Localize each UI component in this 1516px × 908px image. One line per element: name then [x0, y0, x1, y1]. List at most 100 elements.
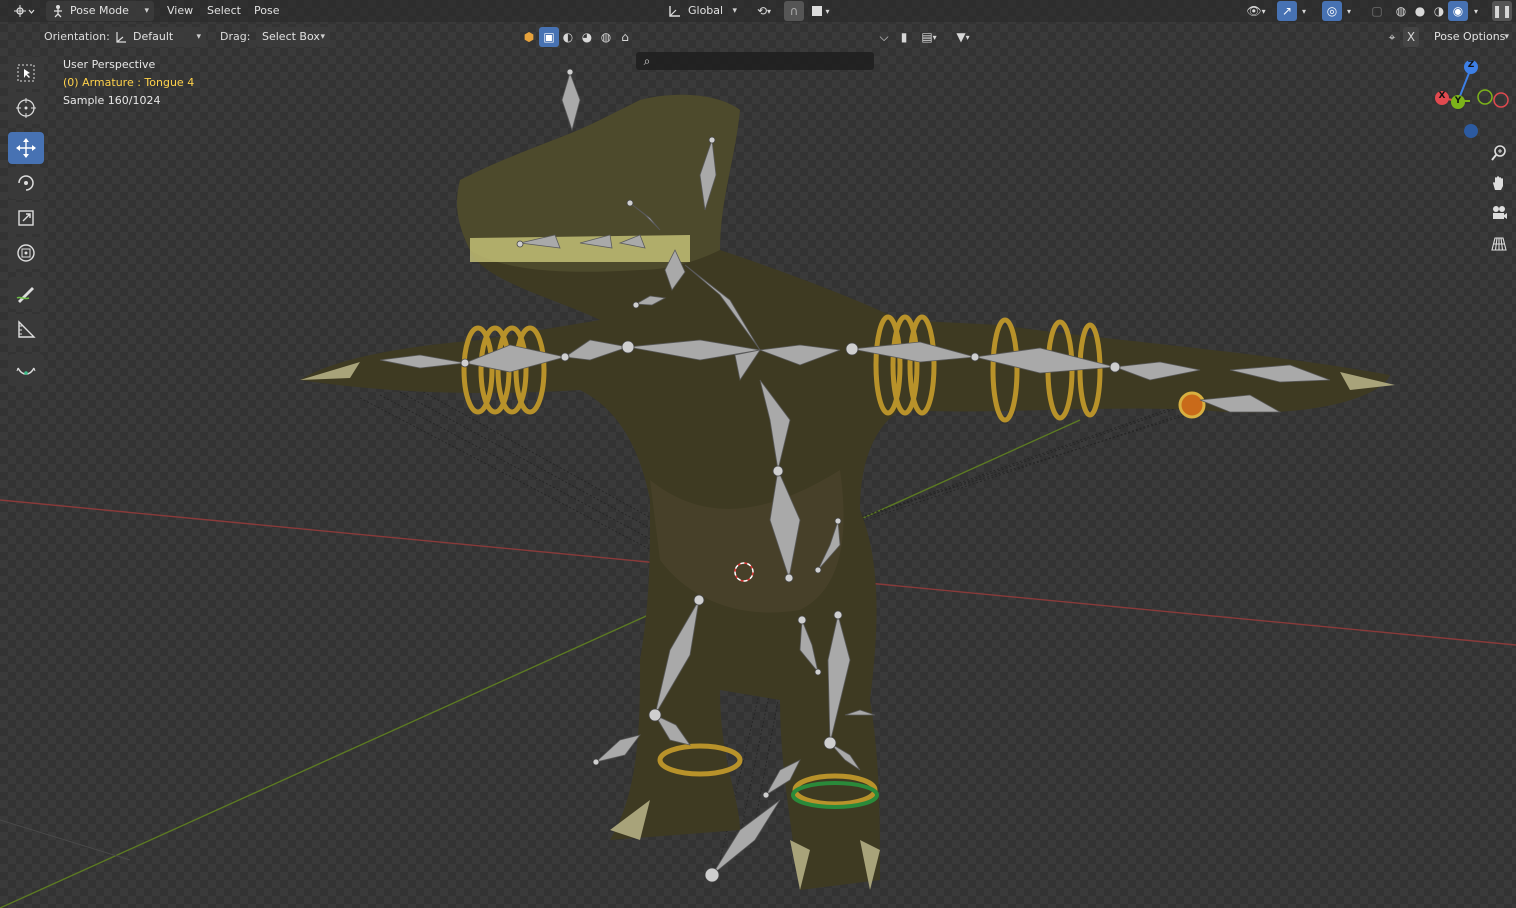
- pan-button[interactable]: [1486, 170, 1512, 196]
- square-icon: ▣: [543, 30, 555, 44]
- shading-wireframe[interactable]: ◍: [1391, 1, 1411, 21]
- half-sphere-icon: ◐: [562, 30, 574, 44]
- tool-select-box[interactable]: [8, 57, 44, 89]
- x-mirror-toggle[interactable]: X: [1403, 27, 1419, 47]
- overlays-dropdown[interactable]: ▾: [1342, 1, 1356, 21]
- x-mirror-label: X: [1406, 30, 1416, 44]
- render-sample-count: Sample 160/1024: [63, 94, 161, 107]
- building-icon: ⌂: [621, 30, 629, 44]
- gizmo-z-label: Z: [1467, 60, 1475, 70]
- creature-model: [300, 94, 1395, 890]
- 3d-viewport-icon: [14, 5, 35, 17]
- chevron-down-icon: ▾: [144, 6, 149, 16]
- tool-move[interactable]: [8, 132, 44, 164]
- pivot-point-button[interactable]: ⟲ ▾: [750, 1, 778, 21]
- zoom-icon: [1491, 145, 1506, 161]
- chevron-down-icon: ▾: [965, 32, 970, 42]
- shading-dropdown[interactable]: ▾: [1469, 1, 1483, 21]
- chevron-down-icon: ▾: [1261, 6, 1266, 16]
- view-name: User Perspective: [63, 58, 156, 71]
- tool-cursor[interactable]: [8, 92, 44, 124]
- transform-orientation-dropdown[interactable]: Global ▾: [664, 1, 742, 21]
- color-cube-icon: ⬢: [523, 30, 535, 44]
- shading-material[interactable]: ◑: [1429, 1, 1449, 21]
- tool-rotate[interactable]: [8, 167, 44, 199]
- tool-transform[interactable]: [8, 237, 44, 269]
- pause-render-button[interactable]: ❚❚: [1492, 1, 1512, 21]
- mirror-toggle[interactable]: ⌖: [1382, 27, 1402, 47]
- grid-perspective-icon: [1491, 237, 1507, 251]
- scale-icon: [18, 210, 34, 226]
- overlays-toggle[interactable]: ◎: [1322, 1, 1342, 21]
- material-view-button[interactable]: ◕: [577, 27, 597, 47]
- magnet-icon: ∩: [789, 4, 799, 18]
- visibility-dropdown[interactable]: 👁 ▾: [1240, 1, 1272, 21]
- pose-mode-icon: [54, 5, 62, 18]
- gizmo-x-label: X: [1438, 91, 1446, 101]
- chevron-down-icon: ▾: [1504, 32, 1509, 42]
- search-input[interactable]: [636, 52, 874, 70]
- hand-icon: [1493, 176, 1503, 190]
- material-sphere-icon: ◑: [1433, 4, 1445, 18]
- gizmo-dropdown[interactable]: ▾: [1297, 1, 1311, 21]
- editor-type-button[interactable]: [8, 1, 40, 21]
- pivot-icon: ⟲: [756, 4, 768, 18]
- wireframe-sphere-icon: ◍: [1395, 4, 1407, 18]
- pause-icon: ❚❚: [1491, 4, 1513, 18]
- camera-icon: [1493, 206, 1507, 219]
- chevron-down-icon: ▾: [320, 32, 325, 42]
- drag-dropdown[interactable]: Select Box ▾: [256, 27, 330, 47]
- selection-mode-box[interactable]: ▣: [539, 27, 559, 47]
- layout-icon: ▤: [921, 30, 933, 44]
- pose-options-label: Pose Options: [1434, 30, 1506, 43]
- filter-dropdown[interactable]: ▼ ▾: [948, 27, 978, 47]
- zoom-button[interactable]: [1486, 140, 1512, 166]
- chevron-down-icon: ▾: [1301, 6, 1306, 16]
- eye-icon: 👁: [1246, 4, 1262, 18]
- mode-label: Pose Mode: [70, 4, 129, 17]
- mode-dropdown[interactable]: Pose Mode ▾: [46, 1, 154, 21]
- shading-solid[interactable]: ●: [1410, 1, 1430, 21]
- bookmark-button[interactable]: ▮: [894, 27, 914, 47]
- tool-annotate[interactable]: [8, 277, 44, 309]
- funnel-icon: ▼: [956, 30, 966, 44]
- global-axes-icon: [669, 6, 680, 17]
- menu-select[interactable]: Select: [203, 1, 245, 21]
- drag-value: Select Box: [262, 30, 320, 43]
- chevron-down-icon: ▾: [732, 6, 737, 16]
- perspective-toggle[interactable]: [1486, 231, 1512, 257]
- chevron-down-icon: ▾: [196, 32, 201, 42]
- 3d-viewport[interactable]: [0, 0, 1516, 908]
- search-icon: ⌕: [643, 53, 651, 68]
- transform-icon: [17, 244, 35, 262]
- shading-sphere-icon: ◕: [581, 30, 593, 44]
- move-icon: [16, 138, 36, 158]
- shading-rendered[interactable]: ◉: [1448, 1, 1468, 21]
- pose-options-dropdown[interactable]: Pose Options ▾: [1428, 27, 1514, 47]
- gizmo-toggle[interactable]: ↗: [1277, 1, 1297, 21]
- solid-view-button[interactable]: ◐: [558, 27, 578, 47]
- object-type-filter[interactable]: ⬢: [519, 27, 539, 47]
- filter-toggle[interactable]: ⌵: [874, 27, 894, 47]
- menu-pose[interactable]: Pose: [250, 1, 283, 21]
- tool-roll[interactable]: [8, 354, 44, 386]
- tool-scale[interactable]: [8, 202, 44, 234]
- mirror-icon: ⌖: [1388, 29, 1396, 44]
- snap-toggle[interactable]: ∩: [784, 1, 804, 21]
- roll-icon: [16, 367, 36, 375]
- scene-render: [0, 68, 1516, 908]
- tool-settings-bar: Orientation: Default ▾ Drag: Select Box …: [0, 24, 1516, 70]
- tool-measure[interactable]: [8, 314, 44, 346]
- chevron-down-icon: ▾: [932, 32, 937, 42]
- layout-dropdown[interactable]: ▤ ▾: [914, 27, 944, 47]
- scene-view-button[interactable]: ⌂: [615, 27, 635, 47]
- rendered-sphere-icon: ◉: [1452, 4, 1464, 18]
- orientation-value: Default: [133, 30, 174, 43]
- orientation-dropdown[interactable]: Default ▾: [109, 27, 206, 47]
- camera-view-button[interactable]: [1486, 200, 1512, 226]
- snap-target-dropdown[interactable]: ▾: [806, 1, 836, 21]
- menu-view[interactable]: View: [163, 1, 197, 21]
- rotate-icon: [18, 175, 34, 191]
- xray-toggle[interactable]: ▢: [1367, 1, 1387, 21]
- world-view-button[interactable]: ◍: [596, 27, 616, 47]
